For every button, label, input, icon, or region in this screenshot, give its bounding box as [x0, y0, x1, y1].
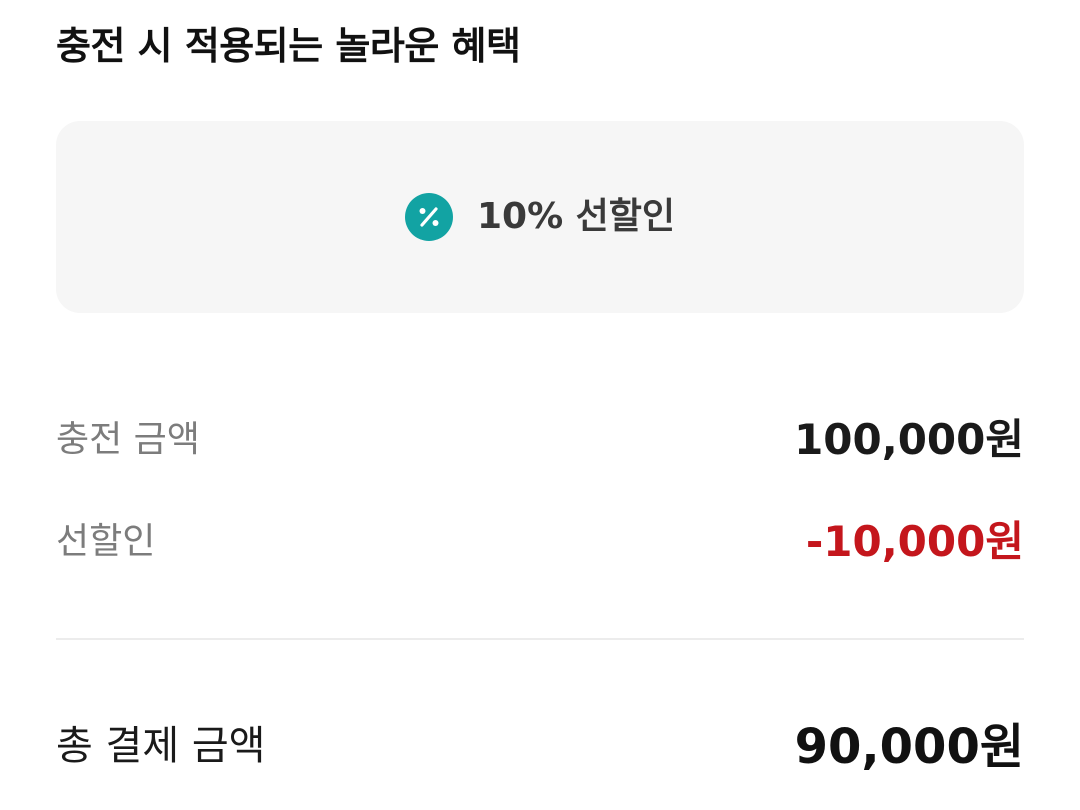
charge-amount-row: 충전 금액 100,000원	[56, 408, 1024, 464]
total-payment-label: 총 결제 금액	[56, 723, 266, 769]
percent-icon	[404, 193, 453, 241]
charge-amount-label: 충전 금액	[56, 419, 200, 460]
discount-row: 선할인 -10,000원	[56, 510, 1024, 566]
benefit-label: 10% 선할인	[476, 196, 676, 237]
benefit-content: 10% 선할인	[404, 193, 676, 241]
total-payment-row: 총 결제 금액 90,000원	[56, 710, 1024, 775]
discount-label: 선할인	[56, 521, 156, 562]
divider	[56, 638, 1024, 640]
section-title: 충전 시 적용되는 놀라운 혜택	[56, 24, 521, 68]
charge-amount-value: 100,000원	[794, 414, 1024, 464]
discount-value: -10,000원	[805, 516, 1024, 566]
benefit-card: 10% 선할인	[56, 121, 1024, 313]
total-payment-value: 90,000원	[794, 719, 1024, 775]
